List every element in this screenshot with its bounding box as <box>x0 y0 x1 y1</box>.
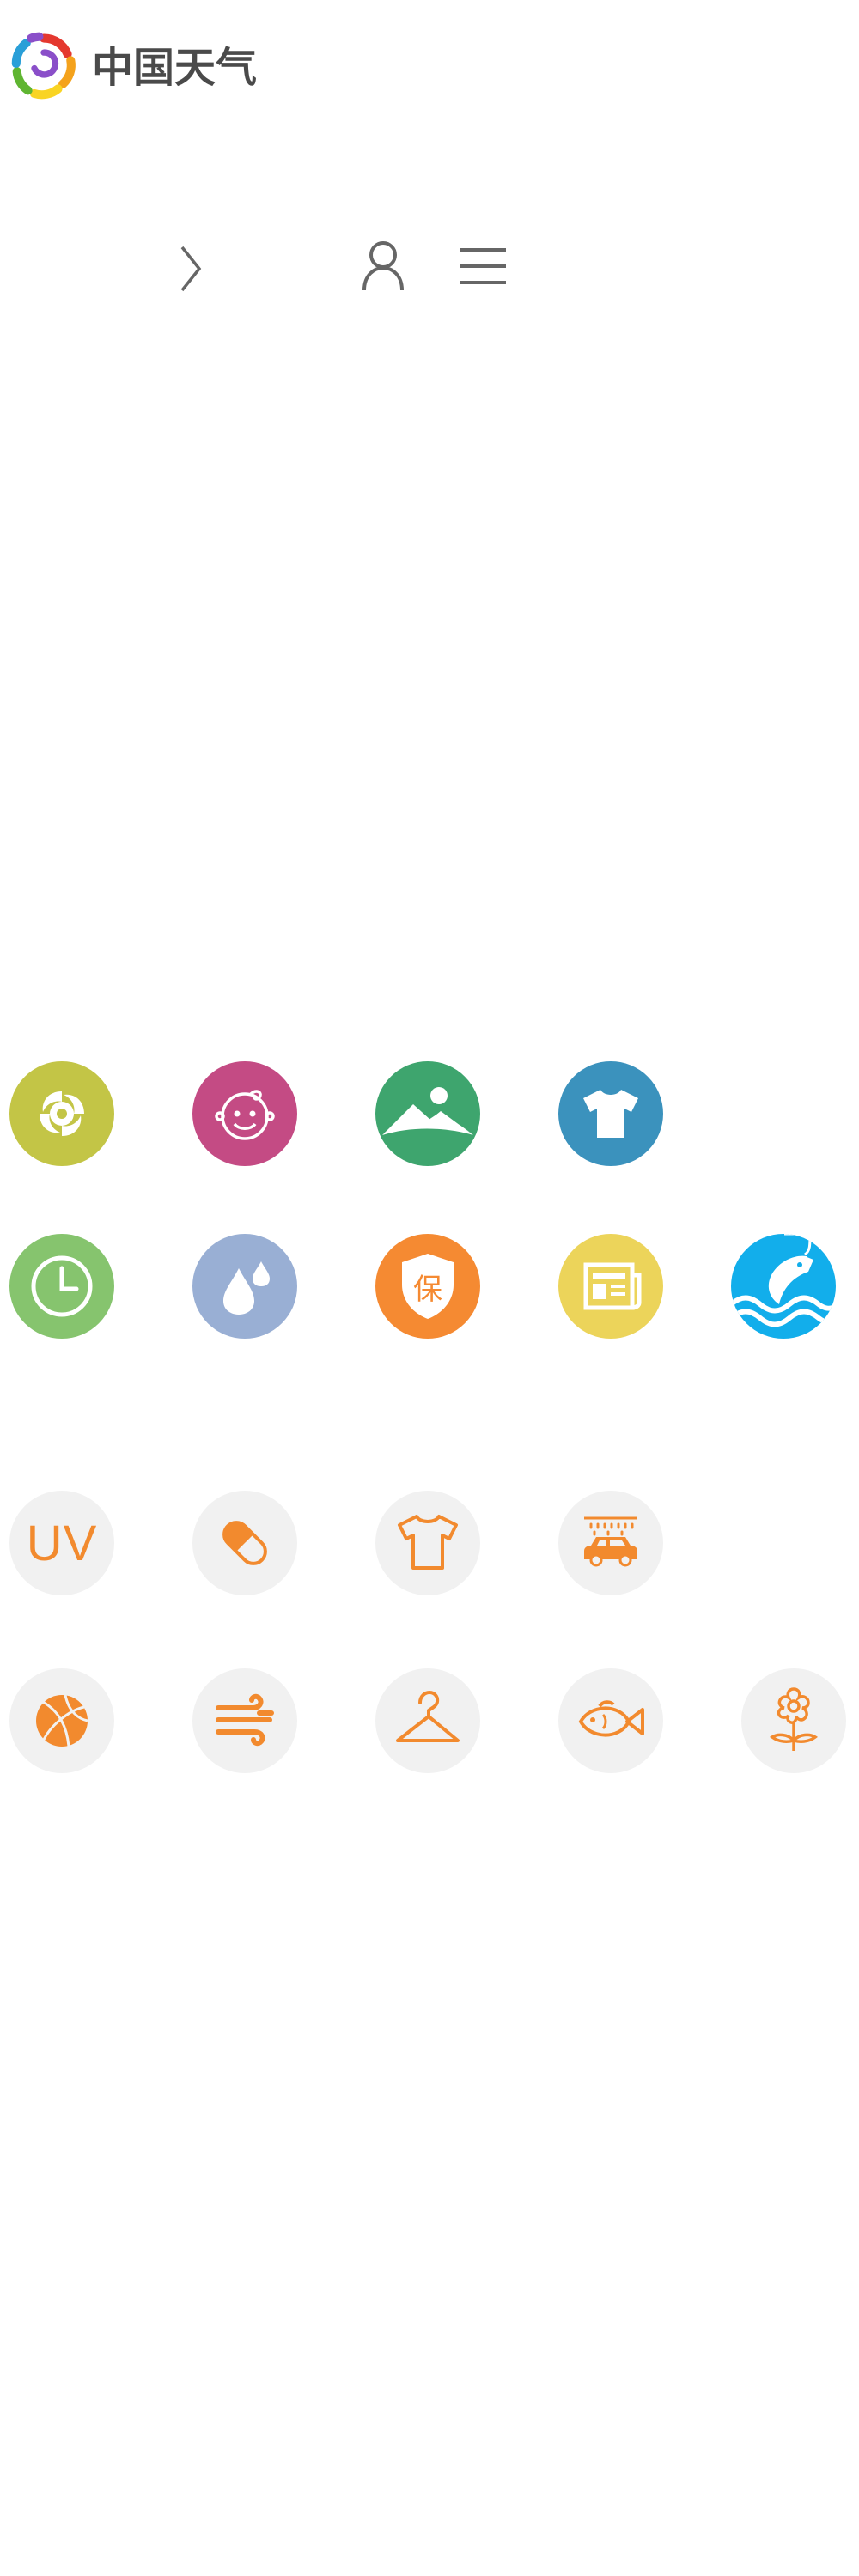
fish-icon <box>578 1700 644 1737</box>
flower-index-button[interactable] <box>741 1668 846 1773</box>
logo-mark-icon <box>11 32 76 100</box>
insurance-label: 保 <box>413 1272 442 1307</box>
clock-icon <box>31 1255 93 1317</box>
flower-icon <box>769 1687 819 1751</box>
logo-text: 中国天气 <box>92 44 258 92</box>
tshirt-icon <box>583 1090 638 1138</box>
hanger-icon <box>396 1691 460 1742</box>
car-wash-icon <box>584 1516 637 1567</box>
newspaper-icon <box>583 1262 642 1310</box>
insurance-service-button[interactable]: 保 <box>375 1234 480 1339</box>
uv-index-button[interactable]: UV <box>9 1491 114 1595</box>
dressing-index-button[interactable] <box>375 1491 480 1595</box>
car-wash-index-button[interactable] <box>558 1491 663 1595</box>
typhoon-icon <box>40 1091 84 1136</box>
sports-index-button[interactable] <box>9 1668 114 1773</box>
time-service-button[interactable] <box>9 1234 114 1339</box>
baby-face-icon <box>215 1090 275 1140</box>
typhoon-service-button[interactable] <box>9 1061 114 1166</box>
menu-button[interactable] <box>457 245 509 288</box>
pill-icon <box>222 1521 267 1565</box>
hamburger-menu-icon <box>460 248 506 284</box>
landscape-service-button[interactable] <box>375 1061 480 1166</box>
medicine-index-button[interactable] <box>192 1491 297 1595</box>
water-drops-icon <box>223 1261 270 1315</box>
wind-index-button[interactable] <box>192 1668 297 1773</box>
tshirt-outline-icon <box>398 1515 458 1570</box>
chevron-right-icon <box>180 246 202 292</box>
basketball-icon <box>36 1694 88 1747</box>
fishing-service-button[interactable] <box>731 1234 836 1339</box>
uv-icon: UV <box>26 1515 98 1571</box>
humidity-service-button[interactable] <box>192 1234 297 1339</box>
drying-index-button[interactable] <box>375 1668 480 1773</box>
user-icon <box>362 241 404 291</box>
news-service-button[interactable] <box>558 1234 663 1339</box>
chevron-right-button[interactable] <box>172 240 211 297</box>
fishing-index-button[interactable] <box>558 1668 663 1773</box>
site-logo[interactable]: 中国天气 <box>4 24 257 103</box>
clothing-service-button[interactable] <box>558 1061 663 1166</box>
baby-service-button[interactable] <box>192 1061 297 1166</box>
wind-icon <box>216 1693 274 1747</box>
user-account-button[interactable] <box>359 237 407 294</box>
fishing-icon <box>731 1234 836 1327</box>
landscape-icon <box>382 1087 473 1135</box>
